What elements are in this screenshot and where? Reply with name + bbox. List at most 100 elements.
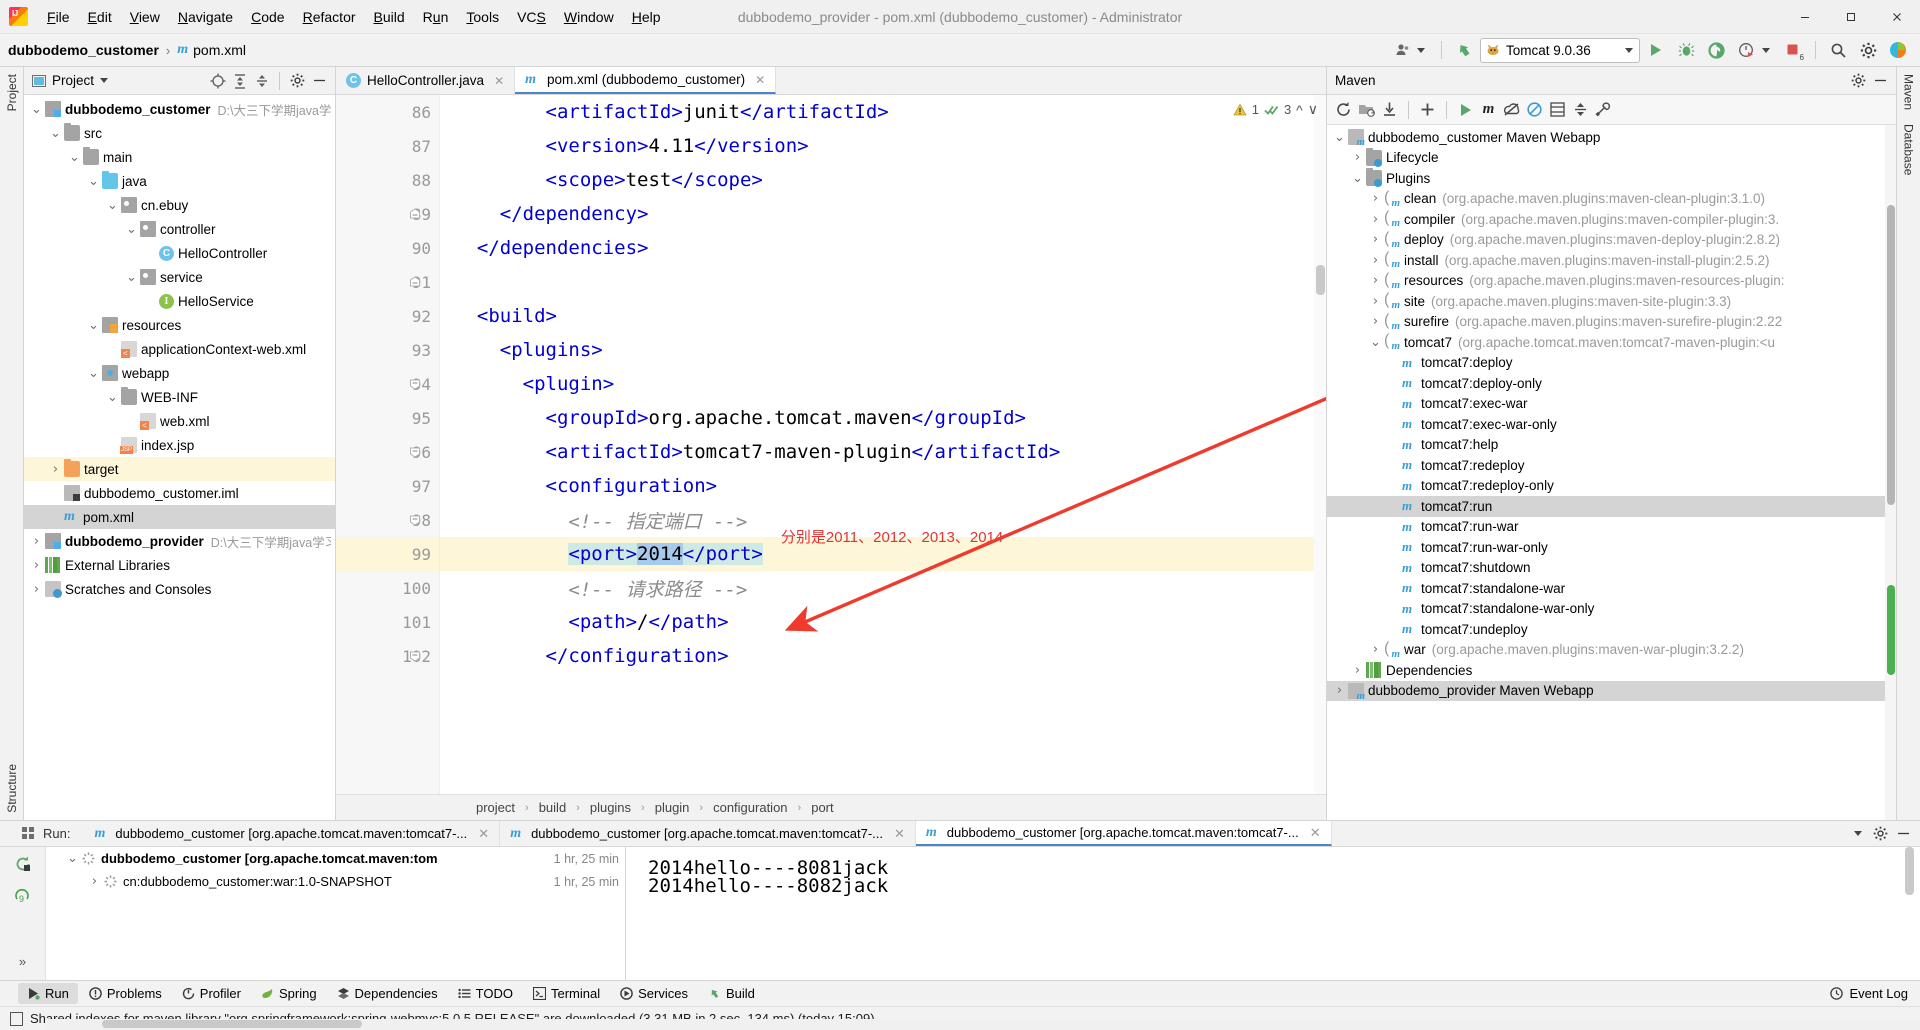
project-tree-row[interactable]: applicationContext-web.xml bbox=[24, 337, 335, 361]
ide-assistant-icon[interactable] bbox=[1884, 37, 1912, 63]
editor-line-number[interactable]: 100 bbox=[336, 571, 439, 605]
tool-window-button-profiler[interactable]: Profiler bbox=[173, 983, 250, 1004]
tree-expand-arrow-down-icon[interactable]: ⌄ bbox=[106, 391, 119, 404]
rail-tab-database[interactable]: Database bbox=[1898, 117, 1920, 182]
editor-line-number[interactable]: 96 bbox=[336, 435, 439, 469]
editor-code-area[interactable]: <artifactId> junit </artifactId> <version>… bbox=[440, 95, 1326, 794]
maven-tree-row[interactable]: m tomcat7:standalone-war bbox=[1327, 578, 1896, 599]
maven-reload-icon[interactable] bbox=[1333, 99, 1354, 120]
prev-problem-icon[interactable]: ^ bbox=[1296, 102, 1303, 118]
run-tree-row[interactable]: › cn:dubbodemo_customer:war:1.0-SNAPSHOT 1… bbox=[46, 870, 625, 893]
collapse-all-icon[interactable] bbox=[251, 70, 272, 91]
run-with-coverage-button[interactable] bbox=[1702, 37, 1730, 63]
rail-tab-project[interactable]: Project bbox=[1, 67, 23, 118]
editor-line-number[interactable]: 91 bbox=[336, 265, 439, 299]
tree-expand-arrow-down-icon[interactable]: ⌄ bbox=[1369, 336, 1382, 349]
maven-add-icon[interactable] bbox=[1417, 99, 1438, 120]
code-fold-start-icon[interactable] bbox=[409, 378, 421, 390]
stop-button[interactable]: 6 bbox=[1779, 37, 1807, 63]
minimize-button[interactable] bbox=[1782, 0, 1828, 33]
run-tab-active[interactable]: m dubbodemo_customer [org.apache.tomcat.m… bbox=[915, 821, 1332, 846]
maven-skip-tests-icon[interactable] bbox=[1524, 99, 1545, 120]
maximize-button[interactable] bbox=[1828, 0, 1874, 33]
tool-window-button-todo[interactable]: TODO bbox=[449, 983, 522, 1004]
maven-tree-row[interactable]: m tomcat7:run-war bbox=[1327, 517, 1896, 538]
maven-tree-row[interactable]: m tomcat7:deploy bbox=[1327, 353, 1896, 374]
maven-tree-row[interactable]: m tomcat7:help bbox=[1327, 435, 1896, 456]
run-config-chevron-icon[interactable] bbox=[1625, 47, 1633, 53]
editor-breadcrumb-item[interactable]: build bbox=[539, 800, 566, 815]
editor-line-number[interactable]: 88 bbox=[336, 163, 439, 197]
tree-expand-arrow-right-icon[interactable]: › bbox=[30, 534, 43, 549]
menu-item-tools[interactable]: Tools bbox=[457, 5, 508, 29]
maven-download-sources-icon[interactable] bbox=[1379, 99, 1400, 120]
editor-code-line[interactable]: <path> / </path> bbox=[440, 605, 1326, 639]
editor-tab[interactable]: C HelloController.java ✕ bbox=[336, 67, 516, 94]
tree-expand-arrow-right-icon[interactable]: › bbox=[30, 558, 43, 573]
code-fold-end-icon[interactable] bbox=[409, 208, 421, 220]
editor-code-line[interactable]: <!-- 请求路径 --> bbox=[440, 571, 1326, 605]
editor-inspection-status[interactable]: 1 3 ^ ∨ bbox=[1233, 101, 1318, 118]
project-tree-row[interactable]: I HelloService bbox=[24, 289, 335, 313]
tree-expand-arrow-right-icon[interactable]: › bbox=[49, 462, 62, 477]
project-tree-row[interactable]: ⌄ service bbox=[24, 265, 335, 289]
editor-tab-close-icon[interactable]: ✕ bbox=[755, 73, 765, 87]
editor-tab-active[interactable]: m pom.xml (dubbodemo_customer) ✕ bbox=[515, 67, 777, 94]
run-tab[interactable]: m dubbodemo_customer [org.apache.tomcat.m… bbox=[84, 821, 501, 846]
update-project-icon[interactable] bbox=[1450, 37, 1478, 63]
tree-expand-arrow-right-icon[interactable]: › bbox=[1333, 683, 1346, 698]
menu-item-vcs[interactable]: VCS bbox=[508, 5, 555, 29]
project-tree-row[interactable]: m pom.xml bbox=[24, 505, 335, 529]
maven-settings-icon[interactable] bbox=[1593, 99, 1614, 120]
editor-line-number[interactable]: 89 bbox=[336, 197, 439, 231]
run-console-output[interactable]: 2014hello----8081jack 2014hello----8082ja… bbox=[626, 847, 1920, 980]
tree-expand-arrow-right-icon[interactable]: › bbox=[30, 582, 43, 597]
maven-tree-row[interactable]: m tomcat7:redeploy bbox=[1327, 455, 1896, 476]
project-tree-row[interactable]: index.jsp bbox=[24, 433, 335, 457]
maven-tree-row[interactable]: › install (org.apache.maven.plugins:maven-… bbox=[1327, 250, 1896, 271]
editor-code-line[interactable]: <configuration> bbox=[440, 469, 1326, 503]
maven-tree-row[interactable]: m tomcat7:exec-war-only bbox=[1327, 414, 1896, 435]
menu-item-view[interactable]: View bbox=[121, 5, 169, 29]
editor-code-line[interactable]: <groupId> org.apache.tomcat.maven </groupI… bbox=[440, 401, 1326, 435]
maven-tree-row[interactable]: m tomcat7:run bbox=[1327, 496, 1896, 517]
project-tree-row[interactable]: ⌄ WEB-INF bbox=[24, 385, 335, 409]
editor-code-line[interactable]: <version> 4.11 </version> bbox=[440, 129, 1326, 163]
editor-line-number[interactable]: 99 bbox=[336, 537, 439, 571]
maven-tree-row[interactable]: › dubbodemo_provider Maven Webapp bbox=[1327, 680, 1896, 702]
run-tab-close-icon[interactable]: ✕ bbox=[478, 826, 489, 842]
run-tab[interactable]: m dubbodemo_customer [org.apache.tomcat.m… bbox=[500, 821, 916, 846]
editor-line-number[interactable]: 86 bbox=[336, 95, 439, 129]
breadcrumb-project[interactable]: dubbodemo_customer bbox=[8, 42, 159, 58]
maven-scrollbar[interactable] bbox=[1885, 125, 1896, 820]
search-everywhere-icon[interactable] bbox=[1824, 37, 1852, 63]
tree-expand-arrow-right-icon[interactable]: › bbox=[1351, 150, 1364, 165]
maven-tree-row[interactable]: › Lifecycle bbox=[1327, 147, 1896, 169]
project-tree-row[interactable]: ⌄ src bbox=[24, 121, 335, 145]
maven-tree-row[interactable]: m tomcat7:run-war-only bbox=[1327, 537, 1896, 558]
menu-item-help[interactable]: Help bbox=[623, 5, 670, 29]
code-fold-start-icon[interactable] bbox=[409, 446, 421, 458]
select-opened-file-icon[interactable] bbox=[207, 70, 228, 91]
maven-tree-row[interactable]: › clean (org.apache.maven.plugins:maven-cl… bbox=[1327, 189, 1896, 210]
project-file-tree[interactable]: ⌄dubbodemo_customerD:\大三下学期java学习\⌄src⌄m… bbox=[24, 95, 335, 820]
editor-code-line[interactable]: <artifactId> junit </artifactId> bbox=[440, 95, 1326, 129]
menu-item-edit[interactable]: Edit bbox=[79, 5, 121, 29]
tree-expand-arrow-down-icon[interactable]: ⌄ bbox=[125, 223, 138, 236]
maven-tree-row[interactable]: › resources (org.apache.maven.plugins:mave… bbox=[1327, 271, 1896, 292]
tool-window-button-build[interactable]: Build bbox=[699, 983, 764, 1004]
breadcrumb-file[interactable]: pom.xml bbox=[193, 42, 246, 58]
rerun-icon[interactable] bbox=[12, 853, 33, 874]
maven-project-tree[interactable]: ⌄ dubbodemo_customer Maven Webapp › Lifecyc… bbox=[1327, 125, 1896, 820]
project-tree-row[interactable]: › target bbox=[24, 457, 335, 481]
code-fold-start-icon[interactable] bbox=[409, 650, 421, 662]
editor-code-line[interactable]: <port> 2014 </port> 分别是2011、2012、2013、2014 bbox=[440, 529, 1326, 571]
editor-breadcrumb-item[interactable]: configuration bbox=[713, 800, 787, 815]
tree-expand-arrow-right-icon[interactable]: › bbox=[1369, 294, 1382, 309]
tool-window-button-services[interactable]: Services bbox=[611, 983, 697, 1004]
tree-expand-arrow-right-icon[interactable]: › bbox=[1369, 253, 1382, 268]
project-tree-row[interactable]: ⌄ resources bbox=[24, 313, 335, 337]
tree-expand-arrow-down-icon[interactable]: ⌄ bbox=[30, 103, 43, 116]
tree-expand-arrow-down-icon[interactable]: ⌄ bbox=[125, 271, 138, 284]
editor-line-number[interactable]: 102 bbox=[336, 639, 439, 673]
